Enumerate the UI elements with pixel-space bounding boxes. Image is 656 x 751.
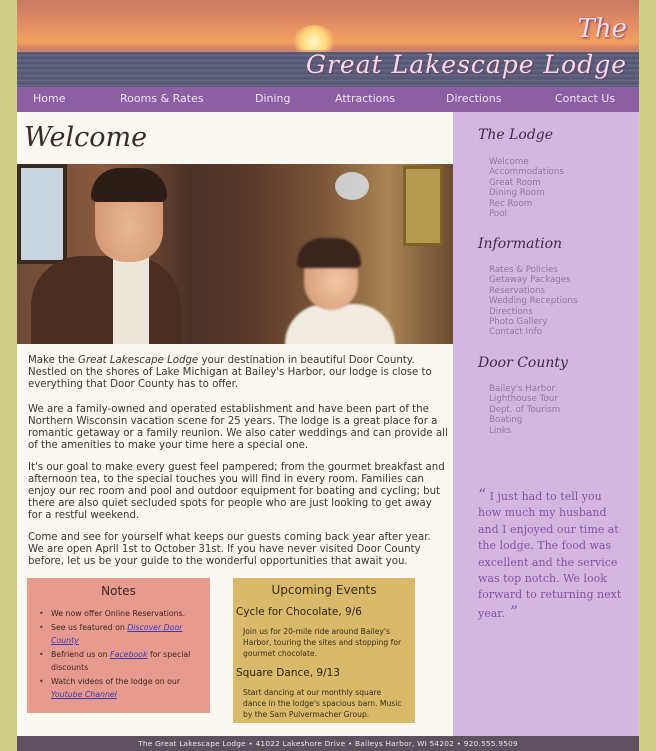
notes-box: Notes We now offer Online Reservations. …	[27, 578, 210, 713]
nav-contact-us[interactable]: Contact Us	[555, 92, 615, 105]
site-title[interactable]: Great Lakescape Lodge	[306, 50, 627, 79]
list-item: Befriend us on Facebook for special disc…	[37, 648, 210, 674]
woman-figure	[285, 304, 395, 344]
list-item: See us featured on Discover Door County	[37, 621, 210, 647]
header-banner: The Great Lakescape Lodge	[17, 0, 639, 87]
sidebar-item-lighthouse-tour[interactable]: Lighthouse Tour	[489, 394, 560, 404]
sidebar-county-links: Bailey's Harbor Lighthouse Tour Dept. of…	[489, 384, 560, 436]
sidebar-heading-lodge: The Lodge	[478, 127, 554, 143]
site-title-the: The	[577, 14, 627, 44]
sidebar-item-rec-room[interactable]: Rec Room	[489, 199, 564, 209]
intro-paragraph: Make the Great Lakescape Lodge your dest…	[28, 355, 432, 390]
man-figure	[31, 256, 181, 344]
sidebar-item-great-room[interactable]: Great Room	[489, 178, 564, 188]
sidebar-item-welcome[interactable]: Welcome	[489, 157, 564, 167]
sidebar-heading-door-county: Door County	[478, 355, 568, 371]
sidebar-item-pool[interactable]: Pool	[489, 209, 564, 219]
event-description: Join us for 20-mile ride around Bailey's…	[243, 627, 402, 658]
sidebar-item-baileys-harbor[interactable]: Bailey's Harbor	[489, 384, 560, 394]
visit-paragraph: Come and see for yourself what keeps our…	[28, 532, 431, 567]
main-nav: Home Rooms & Rates Dining Attractions Di…	[17, 87, 639, 112]
sidebar-lodge-links: Welcome Accommodations Great Room Dining…	[489, 157, 564, 219]
footer-address: The Great Lakescape Lodge • 41022 Lakesh…	[17, 736, 639, 751]
staff-photo	[17, 164, 453, 344]
lamp-image	[335, 172, 369, 200]
page-container: The Great Lakescape Lodge Home Rooms & R…	[17, 0, 639, 751]
event-title: Square Dance, 9/13	[236, 667, 340, 679]
page-title: Welcome	[24, 122, 148, 153]
nav-attractions[interactable]: Attractions	[335, 92, 395, 105]
event-title: Cycle for Chocolate, 9/6	[236, 606, 362, 618]
nav-rooms-rates[interactable]: Rooms & Rates	[120, 92, 204, 105]
sidebar-heading-information: Information	[478, 236, 563, 252]
man-hair	[91, 168, 167, 202]
list-item: Watch videos of the lodge on our Youtube…	[37, 675, 210, 701]
sidebar-info-links: Rates & Policies Getaway Packages Reserv…	[489, 265, 577, 338]
nav-home[interactable]: Home	[33, 92, 65, 105]
events-heading: Upcoming Events	[271, 583, 377, 597]
nav-dining[interactable]: Dining	[255, 92, 291, 105]
sidebar-item-boating[interactable]: Boating	[489, 415, 560, 425]
nav-directions[interactable]: Directions	[446, 92, 501, 105]
sidebar-item-reservations[interactable]: Reservations	[489, 286, 577, 296]
notes-heading: Notes	[101, 584, 136, 598]
sidebar-item-photo-gallery[interactable]: Photo Gallery	[489, 317, 577, 327]
window-image	[17, 164, 67, 264]
lodge-name-emphasis: Great Lakescape Lodge	[78, 355, 199, 366]
wall-art-image	[403, 166, 443, 246]
man-shirt	[113, 256, 149, 344]
sidebar-item-rates-policies[interactable]: Rates & Policies	[489, 265, 577, 275]
sidebar-item-getaway-packages[interactable]: Getaway Packages	[489, 275, 577, 285]
sidebar-item-contact-info[interactable]: Contact Info	[489, 327, 577, 337]
sidebar-item-links[interactable]: Links	[489, 426, 560, 436]
facebook-link[interactable]: Facebook	[110, 650, 147, 659]
pampered-paragraph: It's our goal to make every guest feel p…	[28, 462, 445, 521]
sidebar-item-dept-of-tourism[interactable]: Dept. of Tourism	[489, 405, 560, 415]
notes-list: We now offer Online Reservations. See us…	[37, 607, 210, 701]
sidebar: The Lodge Welcome Accommodations Great R…	[453, 112, 639, 736]
event-description: Start dancing at our monthly square danc…	[243, 688, 402, 719]
upcoming-events-box: Upcoming Events Cycle for Chocolate, 9/6…	[233, 578, 415, 723]
family-paragraph: We are a family-owned and operated estab…	[28, 404, 448, 451]
woman-hair	[297, 238, 361, 268]
sidebar-item-dining-room[interactable]: Dining Room	[489, 188, 564, 198]
youtube-channel-link[interactable]: Youtube Channel	[51, 690, 117, 699]
open-quote-icon: “	[478, 485, 487, 504]
guest-testimonial: “ I just had to tell you how much my hus…	[478, 485, 622, 621]
close-quote-icon: ”	[504, 601, 519, 621]
list-item: We now offer Online Reservations.	[37, 607, 210, 620]
sidebar-item-directions[interactable]: Directions	[489, 307, 577, 317]
sidebar-item-wedding-receptions[interactable]: Wedding Receptions	[489, 296, 577, 306]
sidebar-item-accommodations[interactable]: Accommodations	[489, 167, 564, 177]
